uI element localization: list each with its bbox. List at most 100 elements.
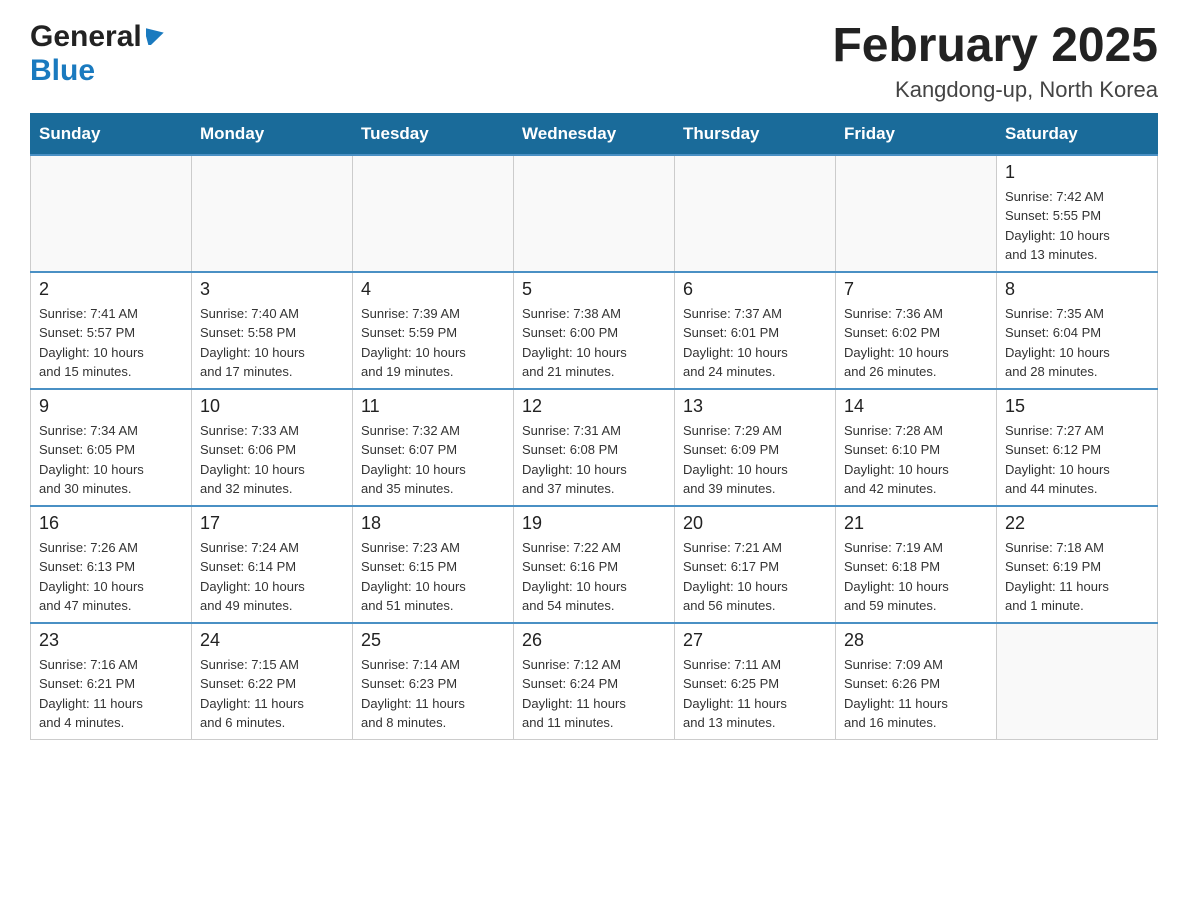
- day-number: 18: [361, 513, 505, 534]
- day-number: 15: [1005, 396, 1149, 417]
- day-info: Sunrise: 7:09 AM Sunset: 6:26 PM Dayligh…: [844, 655, 988, 733]
- day-number: 7: [844, 279, 988, 300]
- calendar-cell: [353, 155, 514, 272]
- calendar-week-2: 2 Sunrise: 7:41 AM Sunset: 5:57 PM Daylig…: [31, 272, 1158, 389]
- day-number: 10: [200, 396, 344, 417]
- weekday-header-saturday: Saturday: [997, 113, 1158, 155]
- logo: General Blue: [30, 20, 164, 88]
- calendar-cell: 5 Sunrise: 7:38 AM Sunset: 6:00 PM Daylig…: [514, 272, 675, 389]
- calendar-cell: 27 Sunrise: 7:11 AM Sunset: 6:25 PM Dayli…: [675, 623, 836, 740]
- day-info: Sunrise: 7:26 AM Sunset: 6:13 PM Dayligh…: [39, 538, 183, 616]
- calendar-cell: 28 Sunrise: 7:09 AM Sunset: 6:26 PM Dayli…: [836, 623, 997, 740]
- day-info: Sunrise: 7:40 AM Sunset: 5:58 PM Dayligh…: [200, 304, 344, 382]
- calendar-cell: [997, 623, 1158, 740]
- day-info: Sunrise: 7:18 AM Sunset: 6:19 PM Dayligh…: [1005, 538, 1149, 616]
- calendar-week-5: 23Sunrise: 7:16 AM Sunset: 6:21 PM Dayli…: [31, 623, 1158, 740]
- day-info: Sunrise: 7:11 AM Sunset: 6:25 PM Dayligh…: [683, 655, 827, 733]
- calendar-cell: 25 Sunrise: 7:14 AM Sunset: 6:23 PM Dayli…: [353, 623, 514, 740]
- day-info: Sunrise: 7:15 AM Sunset: 6:22 PM Dayligh…: [200, 655, 344, 733]
- calendar-cell: [675, 155, 836, 272]
- day-info: Sunrise: 7:14 AM Sunset: 6:23 PM Dayligh…: [361, 655, 505, 733]
- day-info: Sunrise: 7:39 AM Sunset: 5:59 PM Dayligh…: [361, 304, 505, 382]
- calendar-cell: 22 Sunrise: 7:18 AM Sunset: 6:19 PM Dayli…: [997, 506, 1158, 623]
- day-number: 20: [683, 513, 827, 534]
- calendar-cell: 18 Sunrise: 7:23 AM Sunset: 6:15 PM Dayli…: [353, 506, 514, 623]
- calendar-week-1: 1 Sunrise: 7:42 AM Sunset: 5:55 PM Daylig…: [31, 155, 1158, 272]
- weekday-header-friday: Friday: [836, 113, 997, 155]
- day-number: 6: [683, 279, 827, 300]
- calendar-cell: [836, 155, 997, 272]
- day-info: Sunrise: 7:19 AM Sunset: 6:18 PM Dayligh…: [844, 538, 988, 616]
- calendar-cell: 3 Sunrise: 7:40 AM Sunset: 5:58 PM Daylig…: [192, 272, 353, 389]
- day-info: Sunrise: 7:21 AM Sunset: 6:17 PM Dayligh…: [683, 538, 827, 616]
- day-number: 21: [844, 513, 988, 534]
- day-number: 1: [1005, 162, 1149, 183]
- calendar-table: SundayMondayTuesdayWednesdayThursdayFrid…: [30, 113, 1158, 740]
- day-number: 24: [200, 630, 344, 651]
- day-number: 16: [39, 513, 183, 534]
- day-info: Sunrise: 7:38 AM Sunset: 6:00 PM Dayligh…: [522, 304, 666, 382]
- day-info: Sunrise: 7:23 AM Sunset: 6:15 PM Dayligh…: [361, 538, 505, 616]
- day-info: Sunrise: 7:32 AM Sunset: 6:07 PM Dayligh…: [361, 421, 505, 499]
- day-info: Sunrise: 7:36 AM Sunset: 6:02 PM Dayligh…: [844, 304, 988, 382]
- logo-general-text: General: [30, 20, 142, 54]
- page-header: General Blue February 2025 Kangdong-up, …: [30, 20, 1158, 103]
- weekday-header-thursday: Thursday: [675, 113, 836, 155]
- day-number: 19: [522, 513, 666, 534]
- weekday-header-sunday: Sunday: [31, 113, 192, 155]
- calendar-cell: [31, 155, 192, 272]
- calendar-cell: 8 Sunrise: 7:35 AM Sunset: 6:04 PM Daylig…: [997, 272, 1158, 389]
- day-number: 5: [522, 279, 666, 300]
- day-number: 8: [1005, 279, 1149, 300]
- calendar-cell: 16 Sunrise: 7:26 AM Sunset: 6:13 PM Dayli…: [31, 506, 192, 623]
- calendar-cell: 15Sunrise: 7:27 AM Sunset: 6:12 PM Dayli…: [997, 389, 1158, 506]
- calendar-week-3: 9 Sunrise: 7:34 AM Sunset: 6:05 PM Daylig…: [31, 389, 1158, 506]
- weekday-header-wednesday: Wednesday: [514, 113, 675, 155]
- day-info: Sunrise: 7:29 AM Sunset: 6:09 PM Dayligh…: [683, 421, 827, 499]
- day-number: 3: [200, 279, 344, 300]
- calendar-cell: 9 Sunrise: 7:34 AM Sunset: 6:05 PM Daylig…: [31, 389, 192, 506]
- day-info: Sunrise: 7:34 AM Sunset: 6:05 PM Dayligh…: [39, 421, 183, 499]
- calendar-cell: 20 Sunrise: 7:21 AM Sunset: 6:17 PM Dayli…: [675, 506, 836, 623]
- calendar-header-row: SundayMondayTuesdayWednesdayThursdayFrid…: [31, 113, 1158, 155]
- calendar-cell: 24 Sunrise: 7:15 AM Sunset: 6:22 PM Dayli…: [192, 623, 353, 740]
- logo-blue-text: Blue: [30, 54, 95, 87]
- weekday-header-monday: Monday: [192, 113, 353, 155]
- day-number: 28: [844, 630, 988, 651]
- calendar-cell: 7 Sunrise: 7:36 AM Sunset: 6:02 PM Daylig…: [836, 272, 997, 389]
- calendar-cell: 2 Sunrise: 7:41 AM Sunset: 5:57 PM Daylig…: [31, 272, 192, 389]
- calendar-cell: 14Sunrise: 7:28 AM Sunset: 6:10 PM Dayli…: [836, 389, 997, 506]
- calendar-cell: 4 Sunrise: 7:39 AM Sunset: 5:59 PM Daylig…: [353, 272, 514, 389]
- day-number: 25: [361, 630, 505, 651]
- day-info: Sunrise: 7:24 AM Sunset: 6:14 PM Dayligh…: [200, 538, 344, 616]
- day-number: 26: [522, 630, 666, 651]
- day-info: Sunrise: 7:22 AM Sunset: 6:16 PM Dayligh…: [522, 538, 666, 616]
- day-info: Sunrise: 7:41 AM Sunset: 5:57 PM Dayligh…: [39, 304, 183, 382]
- day-info: Sunrise: 7:35 AM Sunset: 6:04 PM Dayligh…: [1005, 304, 1149, 382]
- day-number: 4: [361, 279, 505, 300]
- page-subtitle: Kangdong-up, North Korea: [832, 77, 1158, 103]
- logo-arrow-icon: [146, 25, 164, 50]
- calendar-cell: 11 Sunrise: 7:32 AM Sunset: 6:07 PM Dayli…: [353, 389, 514, 506]
- page-title: February 2025: [832, 20, 1158, 73]
- day-number: 17: [200, 513, 344, 534]
- day-number: 22: [1005, 513, 1149, 534]
- calendar-cell: 6 Sunrise: 7:37 AM Sunset: 6:01 PM Daylig…: [675, 272, 836, 389]
- day-info: Sunrise: 7:42 AM Sunset: 5:55 PM Dayligh…: [1005, 187, 1149, 265]
- day-number: 27: [683, 630, 827, 651]
- day-number: 2: [39, 279, 183, 300]
- day-info: Sunrise: 7:12 AM Sunset: 6:24 PM Dayligh…: [522, 655, 666, 733]
- day-number: 9: [39, 396, 183, 417]
- day-number: 14: [844, 396, 988, 417]
- calendar-cell: 26 Sunrise: 7:12 AM Sunset: 6:24 PM Dayli…: [514, 623, 675, 740]
- day-info: Sunrise: 7:37 AM Sunset: 6:01 PM Dayligh…: [683, 304, 827, 382]
- day-number: 11: [361, 396, 505, 417]
- calendar-cell: 1 Sunrise: 7:42 AM Sunset: 5:55 PM Daylig…: [997, 155, 1158, 272]
- calendar-cell: 13Sunrise: 7:29 AM Sunset: 6:09 PM Dayli…: [675, 389, 836, 506]
- day-info: Sunrise: 7:33 AM Sunset: 6:06 PM Dayligh…: [200, 421, 344, 499]
- calendar-cell: 10 Sunrise: 7:33 AM Sunset: 6:06 PM Dayli…: [192, 389, 353, 506]
- calendar-cell: [192, 155, 353, 272]
- day-number: 23: [39, 630, 183, 651]
- weekday-header-tuesday: Tuesday: [353, 113, 514, 155]
- calendar-cell: 12Sunrise: 7:31 AM Sunset: 6:08 PM Dayli…: [514, 389, 675, 506]
